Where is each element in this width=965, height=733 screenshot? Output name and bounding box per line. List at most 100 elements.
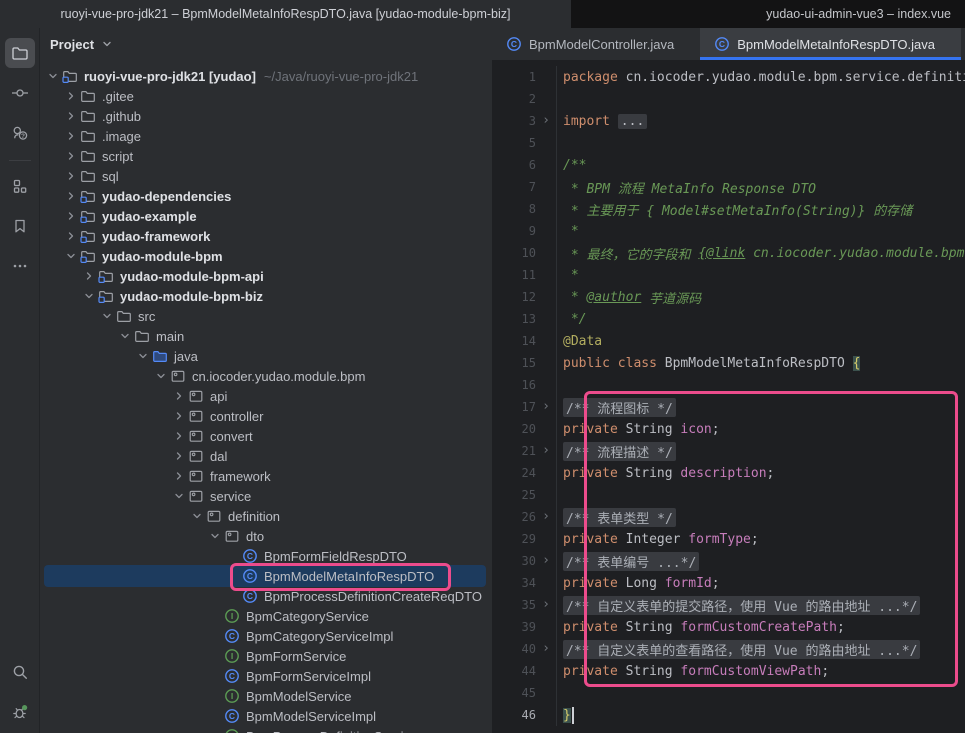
chevron-right-icon[interactable] bbox=[81, 268, 97, 284]
fold-arrow-icon[interactable]: › bbox=[536, 595, 556, 615]
chevron-right-icon[interactable] bbox=[63, 88, 79, 104]
tree-item-.github[interactable]: .github bbox=[40, 106, 492, 126]
code-line-11[interactable]: 11 * bbox=[492, 264, 965, 286]
tree-item-bpmmodelservice[interactable]: IBpmModelService bbox=[40, 686, 492, 706]
chevron-right-icon[interactable] bbox=[171, 468, 187, 484]
project-panel-header[interactable]: Project bbox=[40, 28, 492, 60]
chevron-down-icon[interactable] bbox=[153, 368, 169, 384]
tree-item-convert[interactable]: convert bbox=[40, 426, 492, 446]
tree-item-yudao-module-bpm[interactable]: yudao-module-bpm bbox=[40, 246, 492, 266]
tree-item-cn.iocoder.yudao.module.bpm[interactable]: cn.iocoder.yudao.module.bpm bbox=[40, 366, 492, 386]
code-line-15[interactable]: 15public class BpmModelMetaInfoRespDTO { bbox=[492, 352, 965, 374]
code-line-45[interactable]: 45 bbox=[492, 682, 965, 704]
tree-item-yudao-example[interactable]: yudao-example bbox=[40, 206, 492, 226]
tree-item-.gitee[interactable]: .gitee bbox=[40, 86, 492, 106]
tree-item-bpmprocessdefinitionservice[interactable]: IBpmProcessDefinitionService bbox=[40, 726, 492, 733]
chevron-right-icon[interactable] bbox=[63, 188, 79, 204]
tree-item-dto[interactable]: dto bbox=[40, 526, 492, 546]
code-line-3[interactable]: 3›import ... bbox=[492, 110, 965, 132]
tree-item-src[interactable]: src bbox=[40, 306, 492, 326]
code-line-29[interactable]: 29private Integer formType; bbox=[492, 528, 965, 550]
tree-item-ruoyi-vue-pro-jdk21-yudao-[interactable]: ruoyi-vue-pro-jdk21 [yudao]~/Java/ruoyi-… bbox=[40, 66, 492, 86]
chevron-down-icon[interactable] bbox=[45, 68, 61, 84]
tree-item-controller[interactable]: controller bbox=[40, 406, 492, 426]
search-icon[interactable] bbox=[5, 657, 35, 687]
tree-item-framework[interactable]: framework bbox=[40, 466, 492, 486]
code-line-17[interactable]: 17›/** 流程图标 */ bbox=[492, 396, 965, 418]
tree-item-bpmcategoryserviceimpl[interactable]: CBpmCategoryServiceImpl bbox=[40, 626, 492, 646]
chevron-down-icon[interactable] bbox=[189, 508, 205, 524]
chevron-right-icon[interactable] bbox=[63, 228, 79, 244]
debug-bug-icon[interactable] bbox=[5, 697, 35, 727]
editor-tab-bpmmodelcontroller.java[interactable]: CBpmModelController.java bbox=[492, 28, 700, 60]
chevron-down-icon[interactable] bbox=[135, 348, 151, 364]
tree-item-yudao-module-bpm-api[interactable]: yudao-module-bpm-api bbox=[40, 266, 492, 286]
fold-arrow-icon[interactable]: › bbox=[536, 507, 556, 527]
tree-item-bpmmodelmetainforespdto[interactable]: CBpmModelMetaInfoRespDTO bbox=[40, 566, 492, 586]
commit-icon[interactable] bbox=[5, 78, 35, 108]
chevron-down-icon[interactable] bbox=[171, 488, 187, 504]
chevron-right-icon[interactable] bbox=[63, 168, 79, 184]
tree-item-main[interactable]: main bbox=[40, 326, 492, 346]
code-line-44[interactable]: 44private String formCustomViewPath; bbox=[492, 660, 965, 682]
code-line-14[interactable]: 14@Data bbox=[492, 330, 965, 352]
code-line-26[interactable]: 26›/** 表单类型 */ bbox=[492, 506, 965, 528]
chevron-down-icon[interactable] bbox=[207, 528, 223, 544]
code-line-16[interactable]: 16 bbox=[492, 374, 965, 396]
code-line-10[interactable]: 10 * 最终，它的字段和 {@link cn.iocoder.yudao.mo… bbox=[492, 242, 965, 264]
more-tools-icon[interactable] bbox=[5, 251, 35, 281]
tree-item-definition[interactable]: definition bbox=[40, 506, 492, 526]
editor-tab-bpmmodelmetainforespdto.java[interactable]: CBpmModelMetaInfoRespDTO.java bbox=[700, 28, 961, 60]
fold-arrow-icon[interactable]: › bbox=[536, 441, 556, 461]
chevron-down-icon[interactable] bbox=[63, 248, 79, 264]
pull-requests-icon[interactable]: ? bbox=[5, 118, 35, 148]
tree-item-java[interactable]: java bbox=[40, 346, 492, 366]
chevron-right-icon[interactable] bbox=[63, 128, 79, 144]
fold-arrow-icon[interactable]: › bbox=[536, 111, 556, 131]
tree-item-bpmcategoryservice[interactable]: IBpmCategoryService bbox=[40, 606, 492, 626]
tree-item-sql[interactable]: sql bbox=[40, 166, 492, 186]
code-line-20[interactable]: 20private String icon; bbox=[492, 418, 965, 440]
chevron-right-icon[interactable] bbox=[171, 448, 187, 464]
code-line-9[interactable]: 9 * bbox=[492, 220, 965, 242]
tree-item-yudao-dependencies[interactable]: yudao-dependencies bbox=[40, 186, 492, 206]
structure-icon[interactable] bbox=[5, 171, 35, 201]
code-line-2[interactable]: 2 bbox=[492, 88, 965, 110]
code-line-8[interactable]: 8 * 主要用于 { Model#setMetaInfo(String)} 的存… bbox=[492, 198, 965, 220]
tree-item-script[interactable]: script bbox=[40, 146, 492, 166]
code-line-39[interactable]: 39private String formCustomCreatePath; bbox=[492, 616, 965, 638]
code-line-25[interactable]: 25 bbox=[492, 484, 965, 506]
code-editor[interactable]: 1package cn.iocoder.yudao.module.bpm.ser… bbox=[492, 60, 965, 726]
tree-item-bpmformserviceimpl[interactable]: CBpmFormServiceImpl bbox=[40, 666, 492, 686]
code-line-13[interactable]: 13 */ bbox=[492, 308, 965, 330]
code-line-24[interactable]: 24private String description; bbox=[492, 462, 965, 484]
chevron-right-icon[interactable] bbox=[63, 108, 79, 124]
tree-item-dal[interactable]: dal bbox=[40, 446, 492, 466]
code-line-35[interactable]: 35›/** 自定义表单的提交路径，使用 Vue 的路由地址 ...*/ bbox=[492, 594, 965, 616]
code-line-1[interactable]: 1package cn.iocoder.yudao.module.bpm.ser… bbox=[492, 66, 965, 88]
project-folder-icon[interactable] bbox=[5, 38, 35, 68]
code-line-21[interactable]: 21›/** 流程描述 */ bbox=[492, 440, 965, 462]
code-line-34[interactable]: 34private Long formId; bbox=[492, 572, 965, 594]
fold-arrow-icon[interactable]: › bbox=[536, 551, 556, 571]
fold-arrow-icon[interactable]: › bbox=[536, 397, 556, 417]
code-line-7[interactable]: 7 * BPM 流程 MetaInfo Response DTO bbox=[492, 176, 965, 198]
chevron-right-icon[interactable] bbox=[171, 428, 187, 444]
code-line-6[interactable]: 6/** bbox=[492, 154, 965, 176]
tree-item-yudao-framework[interactable]: yudao-framework bbox=[40, 226, 492, 246]
tree-item-service[interactable]: service bbox=[40, 486, 492, 506]
tree-item-bpmformfieldrespdto[interactable]: CBpmFormFieldRespDTO bbox=[40, 546, 492, 566]
bookmarks-icon[interactable] bbox=[5, 211, 35, 241]
tree-item-bpmprocessdefinitioncreatereqdto[interactable]: CBpmProcessDefinitionCreateReqDTO bbox=[40, 586, 492, 606]
chevron-down-icon[interactable] bbox=[81, 288, 97, 304]
tree-item-yudao-module-bpm-biz[interactable]: yudao-module-bpm-biz bbox=[40, 286, 492, 306]
tree-item-bpmmodelserviceimpl[interactable]: CBpmModelServiceImpl bbox=[40, 706, 492, 726]
chevron-right-icon[interactable] bbox=[171, 388, 187, 404]
chevron-down-icon[interactable] bbox=[100, 37, 114, 51]
code-line-46[interactable]: 46} bbox=[492, 704, 965, 726]
fold-arrow-icon[interactable]: › bbox=[536, 639, 556, 659]
code-line-12[interactable]: 12 * @author 芋道源码 bbox=[492, 286, 965, 308]
tree-item-bpmformservice[interactable]: IBpmFormService bbox=[40, 646, 492, 666]
chevron-right-icon[interactable] bbox=[63, 208, 79, 224]
chevron-down-icon[interactable] bbox=[117, 328, 133, 344]
